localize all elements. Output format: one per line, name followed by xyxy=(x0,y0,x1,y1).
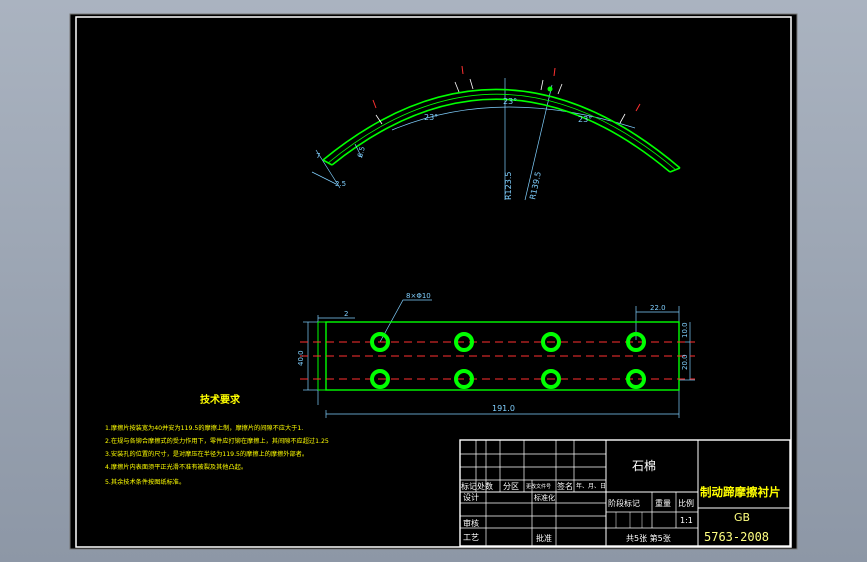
approve-label: 批准 xyxy=(536,533,552,543)
dim-length-label: 191.0 xyxy=(492,404,515,413)
dim-hole-spacing-label: 20.0 xyxy=(681,354,689,370)
tech-req-item: 4.摩擦片内表面须平正光滑不准有被裂及其他凸起。 xyxy=(105,463,247,471)
scale-label: 比例 xyxy=(678,498,694,508)
rev-col-zone: 分区 xyxy=(503,482,519,491)
dim-end-label: 2.5 xyxy=(335,180,346,188)
tech-req-title: 技术要求 xyxy=(200,393,241,406)
process-label: 工艺 xyxy=(463,533,479,542)
weight-label: 重量 xyxy=(655,498,671,508)
angle-label-middle: 23° xyxy=(503,97,517,106)
part-name-title: 制动蹄摩擦衬片 xyxy=(700,485,781,499)
hole-callout-label: 8×Φ10 xyxy=(406,292,431,300)
dim-edge-label: 22.0 xyxy=(650,304,666,312)
center-point xyxy=(547,86,553,92)
designer-label: 设计 xyxy=(463,492,479,502)
angle-label-left: 23° xyxy=(424,113,438,122)
dim-left-gap-label: 2 xyxy=(344,310,348,318)
standard-code-line2: 5763-2008 xyxy=(704,530,769,544)
rev-col-sign: 签名 xyxy=(557,481,573,491)
rev-col-date: 年、月、日 xyxy=(576,482,606,490)
radius-label-inner: R123.5 xyxy=(504,172,513,200)
dim-height-label: 40.0 xyxy=(297,350,305,366)
scale-value: 1:1 xyxy=(680,516,693,525)
standard-code-line1: GB xyxy=(734,511,750,524)
review-label: 审核 xyxy=(463,518,479,528)
tech-req-item: 2.在规与各铆合摩擦式的受力作用下，零件应打铆在摩擦上，其间隙不应超过1.25 xyxy=(105,437,329,445)
angle-label-right: 23° xyxy=(578,115,592,124)
rev-col-count: 处数 xyxy=(477,481,493,491)
rev-col-mark: 标记 xyxy=(461,481,477,491)
cad-drawing-canvas: 23° 23° 23° R123.5 R139.5 6.5 7 2.5 8×Φ1… xyxy=(69,13,798,550)
sheet-info: 共5张 第5张 xyxy=(626,533,671,543)
tech-req-item: 3.安装孔的位置的尺寸，是对摩压在半径为119.5的摩擦上的摩擦外部者。 xyxy=(105,450,308,458)
tech-req-item: 5.其余技术条件按图纸标准。 xyxy=(105,478,185,486)
rev-col-doc: 更改文件号 xyxy=(526,483,551,490)
dim-top-offset-label: 10.0 xyxy=(681,322,689,338)
tech-req-item: 1.摩擦片按装宽为40并安为119.5的摩擦上制，摩擦片的间隙不应大于1. xyxy=(105,424,303,432)
dim-small-label: 7 xyxy=(316,152,320,160)
standardize-label: 标准化 xyxy=(534,493,555,502)
stage-label: 阶段标记 xyxy=(608,498,640,508)
material-label: 石棉 xyxy=(632,459,656,473)
